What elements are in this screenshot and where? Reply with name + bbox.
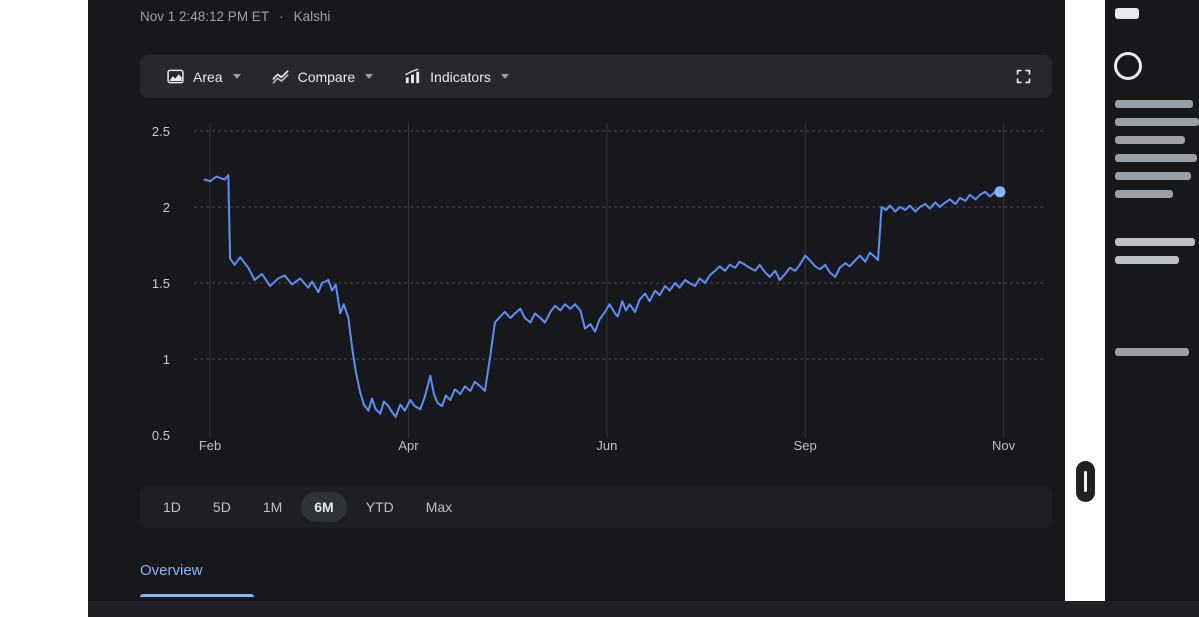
truncated-text-line xyxy=(1115,238,1195,246)
truncated-text-line xyxy=(1115,190,1173,198)
fullscreen-icon xyxy=(1015,68,1032,85)
fullscreen-button[interactable] xyxy=(1009,62,1038,91)
svg-text:Nov: Nov xyxy=(992,438,1016,453)
quote-meta-row: Nov 1 2:48:12 PM ET · Kalshi xyxy=(140,9,330,24)
truncated-text-line xyxy=(1115,172,1191,180)
svg-text:Sep: Sep xyxy=(794,438,817,453)
compare-icon xyxy=(271,67,290,86)
area-button-label: Area xyxy=(193,69,223,85)
timestamp-label: Nov 1 2:48:12 PM ET xyxy=(140,9,269,24)
grip-line-icon xyxy=(1084,471,1087,492)
chevron-down-icon xyxy=(233,74,241,79)
area-chart-icon xyxy=(166,67,185,86)
chart-card: Nov 1 2:48:12 PM ET · Kalshi Area Compar… xyxy=(88,0,1065,601)
svg-text:1.5: 1.5 xyxy=(152,276,170,291)
bottom-bar xyxy=(88,601,1199,617)
indicators-button-label: Indicators xyxy=(430,69,491,85)
tab-overview[interactable]: Overview xyxy=(140,562,203,579)
truncated-text-line xyxy=(1115,8,1139,19)
range-button-1d[interactable]: 1D xyxy=(150,492,194,522)
svg-text:Jun: Jun xyxy=(596,438,617,453)
svg-text:1: 1 xyxy=(163,352,170,367)
tab-active-underline xyxy=(140,594,254,597)
range-button-max[interactable]: Max xyxy=(413,492,465,522)
panel-gutter xyxy=(1065,0,1105,601)
price-chart[interactable]: Feb Apr Jun Sep Nov 0.5 1 1.5 2 2.5 xyxy=(140,116,1052,461)
range-button-1m[interactable]: 1M xyxy=(250,492,295,522)
range-button-5d[interactable]: 5D xyxy=(200,492,244,522)
range-button-ytd[interactable]: YTD xyxy=(353,492,407,522)
svg-text:2: 2 xyxy=(163,200,170,215)
svg-text:0.5: 0.5 xyxy=(152,428,170,443)
time-range-bar: 1D 5D 1M 6M YTD Max xyxy=(140,486,1052,528)
truncated-text-line xyxy=(1115,100,1193,108)
data-source-label: Kalshi xyxy=(294,9,331,24)
meta-separator: · xyxy=(279,9,284,24)
svg-text:2.5: 2.5 xyxy=(152,124,170,139)
panel-resize-handle[interactable] xyxy=(1076,461,1095,502)
compare-button[interactable]: Compare xyxy=(259,61,386,92)
truncated-text-line xyxy=(1115,118,1199,126)
truncated-right-panel xyxy=(1105,0,1199,601)
truncated-logo-circle xyxy=(1114,52,1142,80)
svg-text:Apr: Apr xyxy=(398,438,419,453)
chevron-down-icon xyxy=(365,74,373,79)
truncated-text-line xyxy=(1115,256,1179,264)
range-button-6m[interactable]: 6M xyxy=(301,492,346,522)
truncated-text-line xyxy=(1115,348,1189,356)
indicators-button[interactable]: Indicators xyxy=(391,61,521,92)
chevron-down-icon xyxy=(501,74,509,79)
chart-toolbar: Area Compare Indicators xyxy=(140,55,1052,98)
truncated-text-line xyxy=(1115,136,1185,144)
indicators-icon xyxy=(403,67,422,86)
svg-text:Feb: Feb xyxy=(199,438,221,453)
truncated-text-line xyxy=(1115,154,1197,162)
chart-type-area-button[interactable]: Area xyxy=(154,61,253,92)
compare-button-label: Compare xyxy=(298,69,356,85)
